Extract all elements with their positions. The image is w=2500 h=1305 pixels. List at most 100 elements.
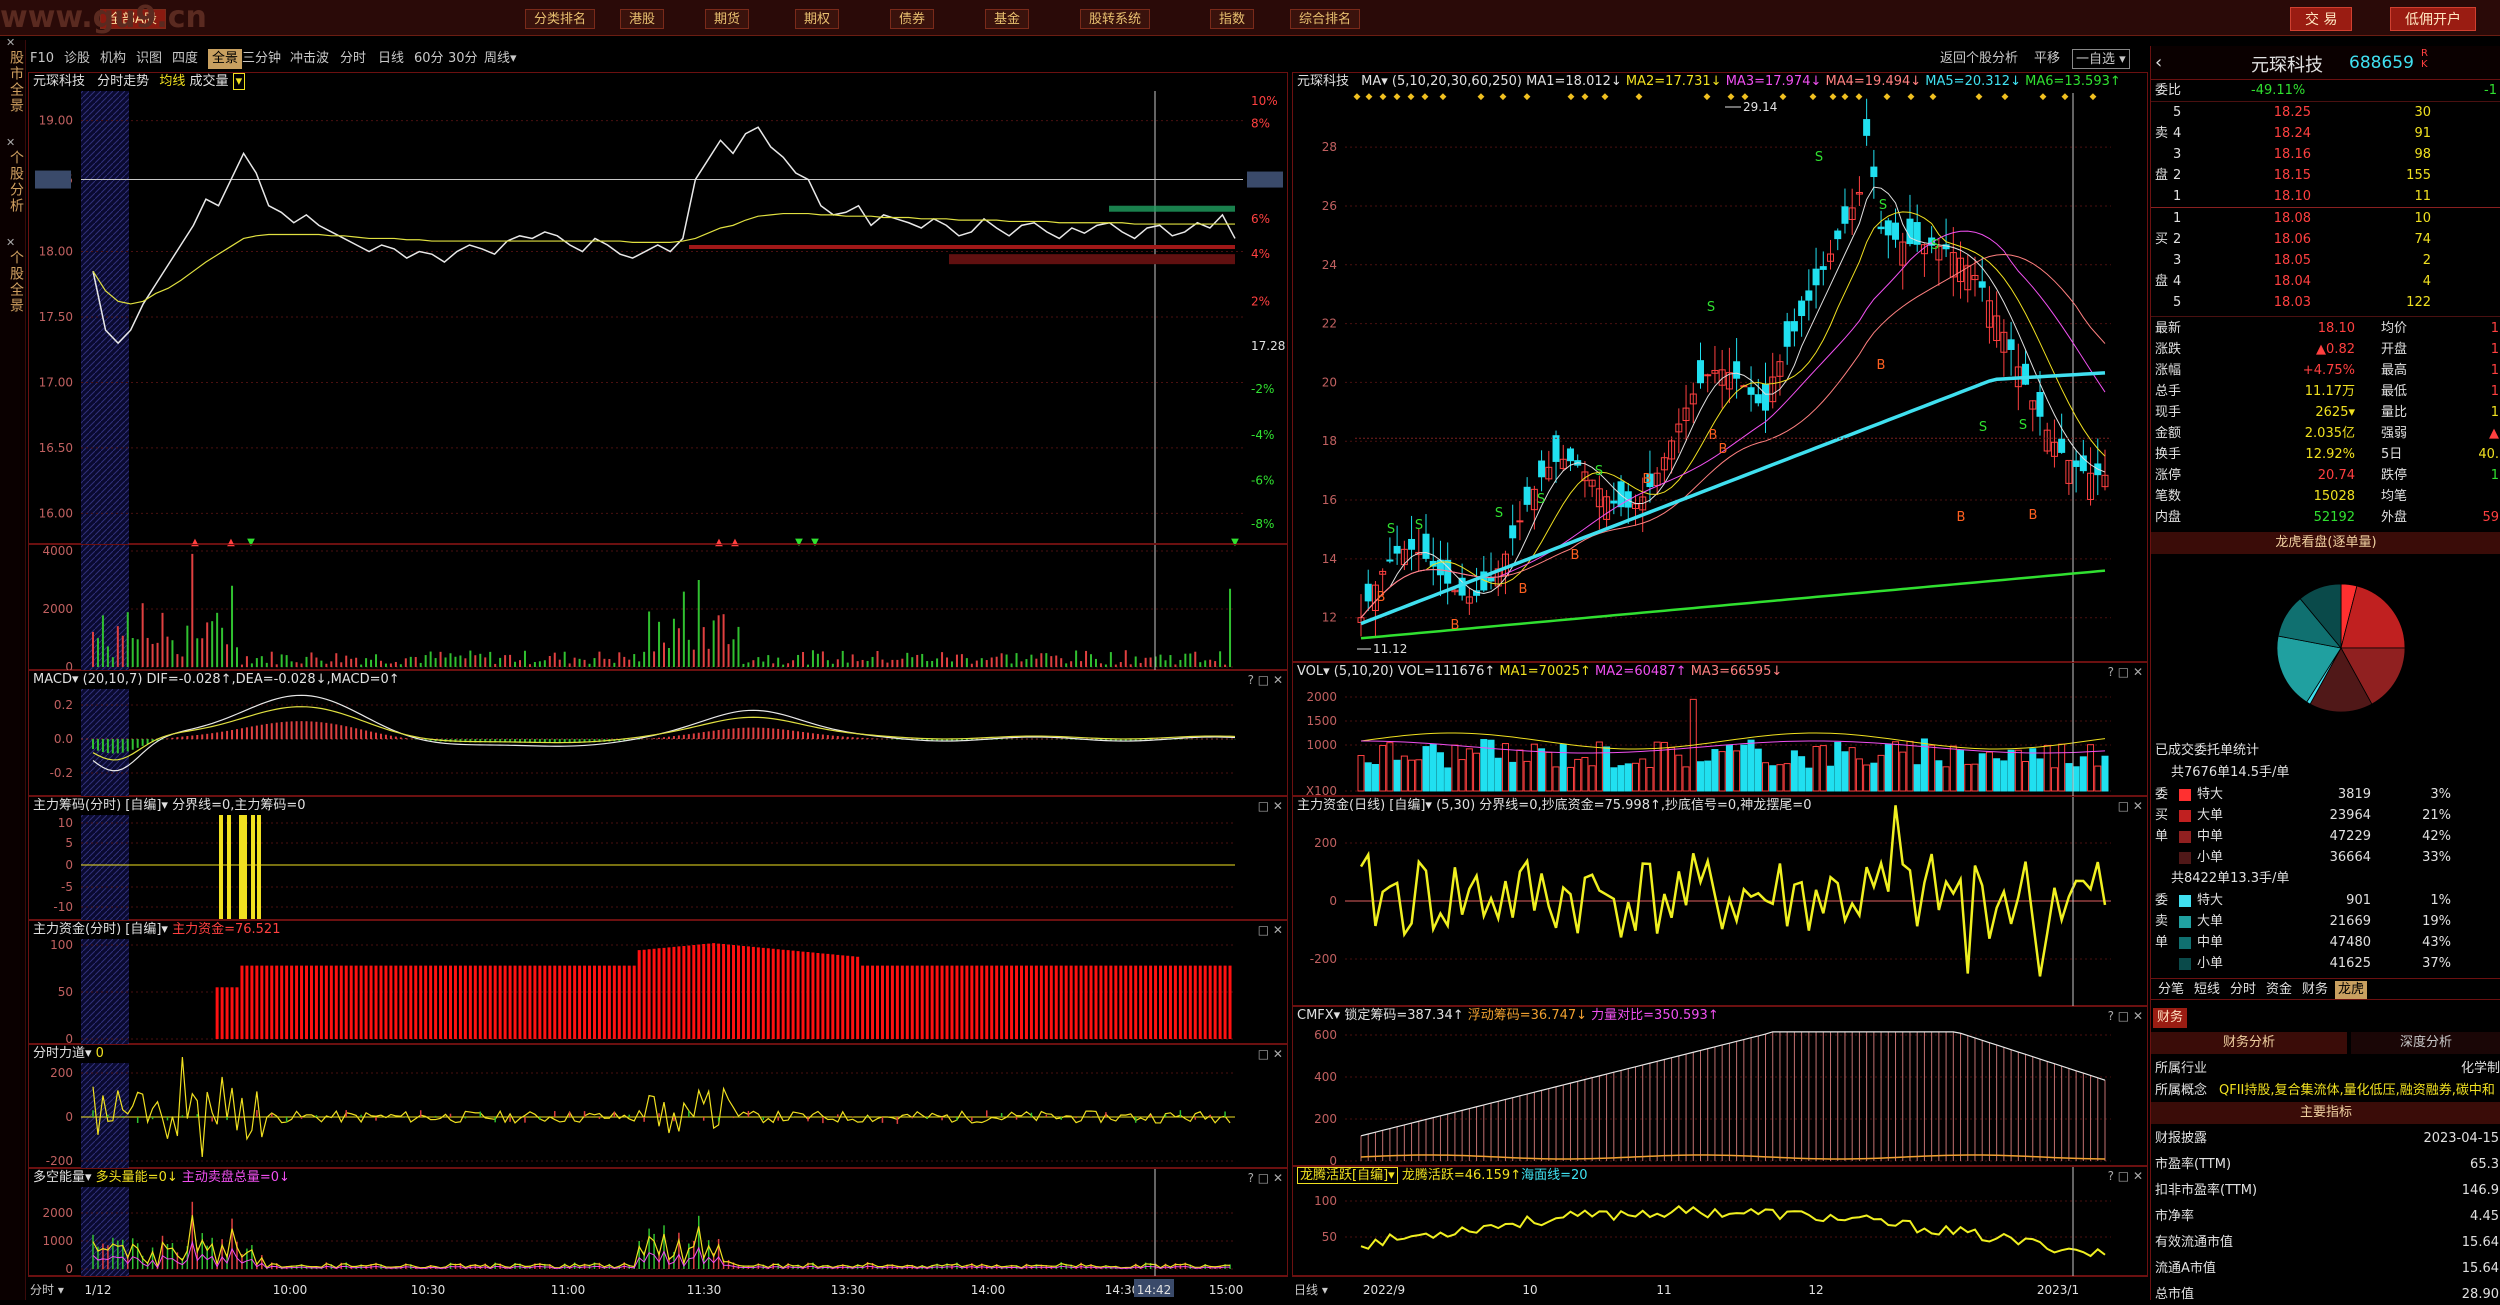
kvol-bar	[1682, 766, 1690, 792]
side-label: 委	[2155, 787, 2169, 802]
close-icon[interactable]: ✕	[6, 136, 15, 149]
toolbar-item-6[interactable]: 三分钟	[242, 49, 281, 69]
fin-row: 市净率 4.45	[2151, 1206, 2500, 1227]
side-label: 买	[2155, 232, 2169, 247]
industry-label: 所属行业	[2155, 1061, 2208, 1076]
concept-label: 所属概念	[2155, 1083, 2208, 1098]
intraday-time-axis: 分时 ▾ 1/12 10:00 10:30 11:00 11:30 13:30 14:00 14…	[28, 1276, 1288, 1300]
top-diamond: ◆	[1354, 92, 1361, 102]
stat-key: 跌停	[2381, 468, 2408, 483]
menu-button-6[interactable]: 基金	[985, 9, 1030, 29]
stat-key: 开盘	[2381, 342, 2408, 357]
price-tick: 18.00	[39, 245, 73, 259]
entrust-vol: 21669	[2329, 914, 2371, 929]
menu-button-4[interactable]: 期权	[795, 9, 840, 29]
left-tab-1[interactable]: 个股分析	[2, 150, 24, 214]
toolbar-item-12[interactable]: 周线▾	[484, 49, 517, 69]
toolbar-item-5[interactable]: 全景	[208, 49, 243, 69]
trade-button[interactable]: 交 易	[2290, 7, 2353, 31]
kvol-bar	[1783, 763, 1791, 792]
close-icon[interactable]: ✕	[6, 236, 15, 249]
intraday-volume-chart: 400020000	[42, 544, 1235, 674]
menu-button-7[interactable]: 股转系统	[1080, 9, 1151, 29]
menu-button-2[interactable]: 港股	[620, 9, 665, 29]
pre-open-zone	[81, 1187, 129, 1277]
toolbar-item-1[interactable]: 诊股	[64, 49, 90, 69]
candle-body	[1870, 166, 1878, 178]
toolbar-item-4[interactable]: 四度	[172, 49, 198, 69]
kvol-bar	[1595, 741, 1603, 792]
stat-key: 金额	[2155, 426, 2182, 441]
time-label: 10:00	[273, 1283, 308, 1297]
intraday-force-chart: 200 0 -200	[46, 1056, 1235, 1169]
quote-tab-0[interactable]: 分笔	[2155, 981, 2187, 999]
bull-line	[92, 1215, 1231, 1269]
kvol-bar	[1364, 762, 1372, 792]
sell-signal-S: S	[1979, 420, 1987, 435]
kline-toolbar-item-0[interactable]: 返回个股分析	[1940, 49, 2018, 69]
candle-body	[1552, 435, 1560, 462]
intraday-chart: 19.0018.5518.0017.5017.0016.5016.0010%8%…	[35, 91, 1285, 548]
toolbar-item-2[interactable]: 机构	[100, 49, 126, 69]
kline-toolbar-item-2[interactable]: 一自选 ▾	[2072, 49, 2130, 69]
fund-tick: 100	[50, 938, 73, 952]
finance-subtab-0[interactable]: 财务分析	[2151, 1032, 2347, 1054]
kvol-bar	[1971, 763, 1979, 792]
date-label: 10	[1522, 1283, 1537, 1297]
buy-entrust-row: 卖 大单 21669 19%	[2151, 911, 2500, 932]
kvol-bar	[1371, 764, 1379, 792]
menu-button-3[interactable]: 期货	[705, 9, 750, 29]
entrust-vol: 23964	[2329, 808, 2371, 823]
low-price-label: 11.12	[1373, 642, 1407, 656]
toolbar-item-8[interactable]: 分时	[340, 49, 366, 69]
toolbar-item-3[interactable]: 识图	[136, 49, 162, 69]
entrust-pct: 37%	[2422, 956, 2451, 971]
kvol-bar	[1523, 760, 1531, 792]
kline-toolbar-item-1[interactable]: 平移	[2034, 49, 2060, 69]
back-icon[interactable]: ‹	[2155, 52, 2162, 73]
menu-button-8[interactable]: 指数	[1210, 9, 1255, 29]
time-axis-labels: 分时 ▾ 1/12 10:00 10:30 11:00 11:30 13:30 14:00 14…	[30, 1279, 1243, 1297]
entrust-vol: 41625	[2329, 956, 2371, 971]
toolbar-item-0[interactable]: F10	[30, 49, 54, 69]
quote-tab-4[interactable]: 财务	[2299, 981, 2331, 999]
toolbar-item-9[interactable]: 日线	[378, 49, 404, 69]
close-icon[interactable]: ✕	[6, 36, 15, 49]
kvol-bar	[1978, 753, 1986, 792]
menu-button-5[interactable]: 债券	[890, 9, 935, 29]
ma30-line	[1360, 254, 2106, 619]
sell-signal-S: S	[1595, 464, 1603, 479]
time-label: 1/12	[85, 1283, 112, 1297]
toolbar-item-7[interactable]: 冲击波	[290, 49, 329, 69]
kvol-bar	[1884, 744, 1892, 792]
open-account-button[interactable]: 低佣开户	[2390, 7, 2476, 31]
intraday-price-panel[interactable]: 元琛科技 分时走势 均线 成交量 ▾ 19.0018.5518.0017.501…	[28, 72, 1288, 548]
quote-tab-5[interactable]: 龙虎	[2335, 981, 2368, 999]
pre-open-zone	[81, 91, 129, 545]
toolbar-item-10[interactable]: 60分	[414, 49, 444, 69]
quote-tab-1[interactable]: 短线	[2191, 981, 2223, 999]
menu-button-1[interactable]: 分类排名	[525, 9, 596, 29]
candle-body	[2036, 392, 2044, 417]
finance-tab[interactable]: 财务	[2153, 1008, 2188, 1028]
finance-subtab-1[interactable]: 深度分析	[2351, 1032, 2500, 1054]
top-diamond: ◆	[2002, 92, 2009, 102]
toolbar-item-11[interactable]: 30分	[448, 49, 478, 69]
top-diamond: ◆	[1380, 92, 1387, 102]
left-tab-0[interactable]: 股市全景	[2, 50, 24, 114]
kvol-bar	[2014, 749, 2022, 792]
menu-button-9[interactable]: 综合排名	[1290, 9, 1361, 29]
legend-swatch	[2179, 937, 2191, 949]
top-diamond: ◆	[1930, 92, 1937, 102]
kvol-bar	[1949, 745, 1957, 792]
ask-vol: 11	[2414, 189, 2431, 204]
kline-fund-chart: 200 0 -200	[1310, 797, 2111, 1007]
quote-tab-3[interactable]: 资金	[2263, 981, 2295, 999]
kline-price-panel[interactable]: 元琛科技 MA▾ (5,10,20,30,60,250) MA1=18.012↓…	[1292, 72, 2148, 663]
stat-value: ▲0.82	[2316, 342, 2355, 357]
kvol-bar	[1696, 761, 1704, 792]
left-tab-2[interactable]: 个股全景	[2, 250, 24, 314]
quote-tab-2[interactable]: 分时	[2227, 981, 2259, 999]
stat-value: 2.035亿	[2304, 426, 2355, 441]
pre-open-zone	[81, 1063, 129, 1169]
